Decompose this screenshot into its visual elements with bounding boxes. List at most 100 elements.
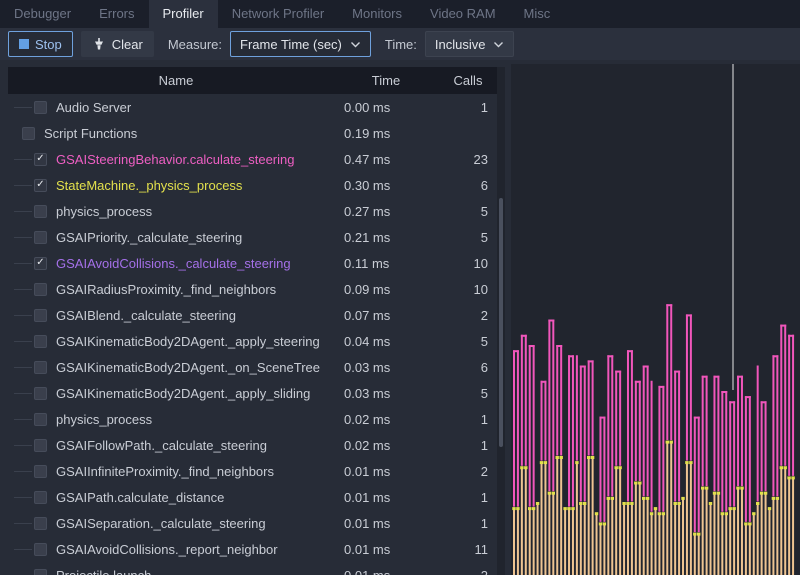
table-row[interactable]: GSAIKinematicBody2DAgent._on_SceneTree0.… <box>8 354 497 380</box>
time-dropdown-value: Inclusive <box>435 37 486 52</box>
tab-debugger[interactable]: Debugger <box>0 0 85 28</box>
chevron-down-icon <box>350 41 361 48</box>
row-checkbox[interactable] <box>34 335 47 348</box>
tree-guide-line <box>14 445 32 446</box>
function-time: 0.01 ms <box>344 490 428 505</box>
tree-guide-line <box>14 497 32 498</box>
measure-dropdown[interactable]: Frame Time (sec) <box>230 31 371 57</box>
row-checkbox-checked[interactable]: ✓ <box>34 257 47 270</box>
clear-button[interactable]: Clear <box>81 31 154 57</box>
row-checkbox-checked[interactable]: ✓ <box>34 153 47 166</box>
profiler-panel: DebuggerErrorsProfilerNetwork ProfilerMo… <box>0 0 800 575</box>
tree-guide-line <box>14 419 32 420</box>
chevron-down-icon <box>493 41 504 48</box>
function-calls: 23 <box>428 152 497 167</box>
function-time: 0.04 ms <box>344 334 428 349</box>
table-row[interactable]: ✓StateMachine._physics_process0.30 ms6 <box>8 172 497 198</box>
tab-monitors[interactable]: Monitors <box>338 0 416 28</box>
tree-guide-line <box>14 211 32 212</box>
tree-guide-line <box>14 185 32 186</box>
function-calls: 5 <box>428 386 497 401</box>
function-calls: 2 <box>428 568 497 575</box>
tree-guide-line <box>14 471 32 472</box>
measure-label: Measure: <box>168 37 222 52</box>
measure-dropdown-value: Frame Time (sec) <box>240 37 342 52</box>
table-row[interactable]: Script Functions0.19 ms <box>8 120 497 146</box>
column-header-calls: Calls <box>434 67 497 94</box>
row-checkbox[interactable] <box>34 491 47 504</box>
table-row[interactable]: ✓GSAISteeringBehavior.calculate_steering… <box>8 146 497 172</box>
row-checkbox[interactable] <box>34 205 47 218</box>
table-row[interactable]: GSAIPriority._calculate_steering0.21 ms5 <box>8 224 497 250</box>
table-row[interactable]: GSAIInfiniteProximity._find_neighbors0.0… <box>8 458 497 484</box>
function-name: Script Functions <box>44 126 497 141</box>
table-row[interactable]: GSAIKinematicBody2DAgent._apply_steering… <box>8 328 497 354</box>
function-calls: 6 <box>428 178 497 193</box>
function-time: 0.01 ms <box>344 568 428 575</box>
profiler-content: Name Time Calls Audio Server0.00 ms1Scri… <box>0 60 800 575</box>
row-checkbox[interactable] <box>34 439 47 452</box>
tree-guide-line <box>14 237 32 238</box>
table-row[interactable]: GSAIPath.calculate_distance0.01 ms1 <box>8 484 497 510</box>
table-row[interactable]: ✓GSAIAvoidCollisions._calculate_steering… <box>8 250 497 276</box>
scrollbar-handle[interactable] <box>499 198 503 447</box>
stop-button[interactable]: Stop <box>8 31 73 57</box>
tree-guide-line <box>14 263 32 264</box>
table-row[interactable]: GSAIFollowPath._calculate_steering0.02 m… <box>8 432 497 458</box>
tree-guide-line <box>14 289 32 290</box>
row-checkbox[interactable] <box>34 283 47 296</box>
table-row[interactable]: Audio Server0.00 ms1 <box>8 94 497 120</box>
tree-guide-line <box>14 367 32 368</box>
function-time: 0.01 ms <box>344 464 428 479</box>
tree-guide-line <box>14 523 32 524</box>
row-checkbox[interactable] <box>34 543 47 556</box>
function-time: 0.07 ms <box>344 308 428 323</box>
row-checkbox[interactable] <box>34 569 47 575</box>
function-calls: 1 <box>428 438 497 453</box>
table-row[interactable]: GSAISeparation._calculate_steering0.01 m… <box>8 510 497 536</box>
tree-guide-line <box>14 107 32 108</box>
table-row[interactable]: Projectile.launch0.01 ms2 <box>8 562 497 575</box>
function-calls: 11 <box>428 542 497 557</box>
row-checkbox[interactable] <box>34 231 47 244</box>
time-dropdown[interactable]: Inclusive <box>425 31 515 57</box>
tab-profiler[interactable]: Profiler <box>149 0 218 28</box>
function-time: 0.30 ms <box>344 178 428 193</box>
table-row[interactable]: GSAIAvoidCollisions._report_neighbor0.01… <box>8 536 497 562</box>
table-row[interactable]: GSAIKinematicBody2DAgent._apply_sliding0… <box>8 380 497 406</box>
row-checkbox[interactable] <box>34 517 47 530</box>
row-checkbox[interactable] <box>34 413 47 426</box>
clear-button-label: Clear <box>112 37 143 52</box>
table-row[interactable]: GSAIRadiusProximity._find_neighbors0.09 … <box>8 276 497 302</box>
profiler-toolbar: Stop Clear Measure: Frame Time (sec) Tim… <box>0 28 800 60</box>
tree-guide-line <box>14 315 32 316</box>
table-row[interactable]: physics_process0.27 ms5 <box>8 198 497 224</box>
function-time: 0.47 ms <box>344 152 428 167</box>
tab-bar: DebuggerErrorsProfilerNetwork ProfilerMo… <box>0 0 800 28</box>
stop-icon <box>19 39 29 49</box>
tab-network-profiler[interactable]: Network Profiler <box>218 0 338 28</box>
clear-brush-icon <box>92 37 106 51</box>
frame-graph[interactable] <box>511 64 800 575</box>
row-checkbox[interactable] <box>22 127 35 140</box>
row-checkbox[interactable] <box>34 101 47 114</box>
profiler-graph <box>511 64 800 575</box>
tab-errors[interactable]: Errors <box>85 0 148 28</box>
row-checkbox[interactable] <box>34 309 47 322</box>
table-row[interactable]: physics_process0.02 ms1 <box>8 406 497 432</box>
table-scrollbar[interactable] <box>497 67 505 575</box>
row-checkbox[interactable] <box>34 361 47 374</box>
function-time: 0.21 ms <box>344 230 428 245</box>
table-row[interactable]: GSAIBlend._calculate_steering0.07 ms2 <box>8 302 497 328</box>
table-header: Name Time Calls <box>8 67 497 94</box>
tab-misc[interactable]: Misc <box>510 0 565 28</box>
row-checkbox-checked[interactable]: ✓ <box>34 179 47 192</box>
tab-video-ram[interactable]: Video RAM <box>416 0 510 28</box>
row-checkbox[interactable] <box>34 465 47 478</box>
table-rows: Audio Server0.00 ms1Script Functions0.19… <box>8 94 497 575</box>
column-header-name: Name <box>8 67 344 94</box>
functions-table: Name Time Calls Audio Server0.00 ms1Scri… <box>8 67 497 575</box>
row-checkbox[interactable] <box>34 387 47 400</box>
function-time: 0.19 ms <box>344 126 428 141</box>
function-time: 0.00 ms <box>344 100 428 115</box>
